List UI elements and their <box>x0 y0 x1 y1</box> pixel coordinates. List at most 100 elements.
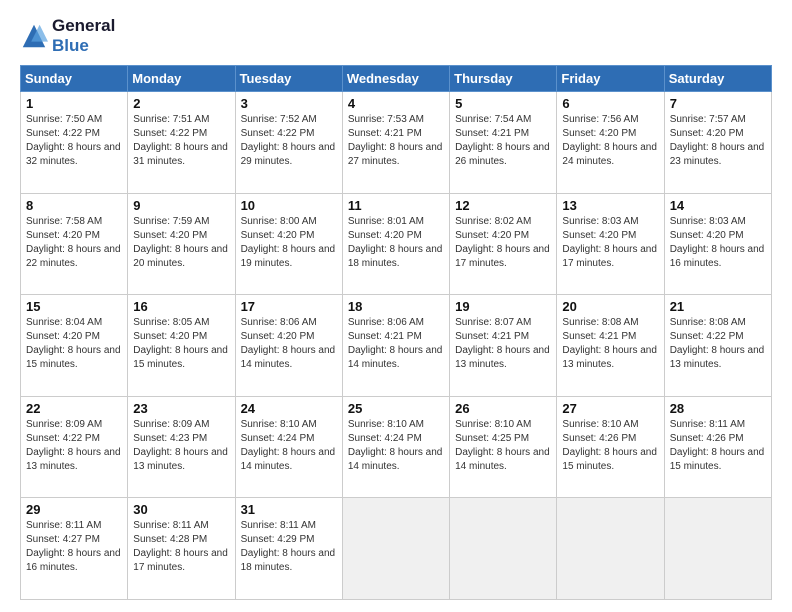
weekday-header: Sunday <box>21 66 128 92</box>
calendar-cell: 10 Sunrise: 8:00 AMSunset: 4:20 PMDayligh… <box>235 193 342 295</box>
calendar-header-row: SundayMondayTuesdayWednesdayThursdayFrid… <box>21 66 772 92</box>
calendar-cell: 6 Sunrise: 7:56 AMSunset: 4:20 PMDaylight… <box>557 92 664 194</box>
cell-info: Sunrise: 8:10 AMSunset: 4:24 PMDaylight:… <box>348 418 444 474</box>
day-number: 25 <box>348 401 444 416</box>
cell-info: Sunrise: 8:06 AMSunset: 4:20 PMDaylight:… <box>241 316 337 372</box>
calendar-cell: 5 Sunrise: 7:54 AMSunset: 4:21 PMDaylight… <box>450 92 557 194</box>
calendar-cell: 25 Sunrise: 8:10 AMSunset: 4:24 PMDayligh… <box>342 396 449 498</box>
cell-info: Sunrise: 8:08 AMSunset: 4:22 PMDaylight:… <box>670 316 766 372</box>
day-number: 6 <box>562 96 658 111</box>
cell-info: Sunrise: 8:07 AMSunset: 4:21 PMDaylight:… <box>455 316 551 372</box>
cell-info: Sunrise: 8:00 AMSunset: 4:20 PMDaylight:… <box>241 215 337 271</box>
calendar-cell: 22 Sunrise: 8:09 AMSunset: 4:22 PMDayligh… <box>21 396 128 498</box>
calendar-cell: 29 Sunrise: 8:11 AMSunset: 4:27 PMDayligh… <box>21 498 128 600</box>
cell-info: Sunrise: 7:59 AMSunset: 4:20 PMDaylight:… <box>133 215 229 271</box>
cell-info: Sunrise: 8:09 AMSunset: 4:23 PMDaylight:… <box>133 418 229 474</box>
calendar-cell: 31Sunrise: 8:11 AMSunset: 4:29 PMDayligh… <box>235 498 342 600</box>
calendar-cell: 1 Sunrise: 7:50 AMSunset: 4:22 PMDaylight… <box>21 92 128 194</box>
cell-info: Sunrise: 8:04 AMSunset: 4:20 PMDaylight:… <box>26 316 122 372</box>
day-number: 1 <box>26 96 122 111</box>
day-number: 8 <box>26 198 122 213</box>
day-number: 20 <box>562 299 658 314</box>
week-row: 15 Sunrise: 8:04 AMSunset: 4:20 PMDayligh… <box>21 295 772 397</box>
day-number: 28 <box>670 401 766 416</box>
calendar-cell: 24Sunrise: 8:10 AMSunset: 4:24 PMDayligh… <box>235 396 342 498</box>
calendar-cell: 2 Sunrise: 7:51 AMSunset: 4:22 PMDaylight… <box>128 92 235 194</box>
weekday-header: Thursday <box>450 66 557 92</box>
day-number: 17 <box>241 299 337 314</box>
calendar-cell: 14 Sunrise: 8:03 AMSunset: 4:20 PMDayligh… <box>664 193 771 295</box>
day-number: 18 <box>348 299 444 314</box>
cell-info: Sunrise: 7:57 AMSunset: 4:20 PMDaylight:… <box>670 113 766 169</box>
logo: General Blue <box>20 16 115 55</box>
day-number: 22 <box>26 401 122 416</box>
day-number: 4 <box>348 96 444 111</box>
day-number: 3 <box>241 96 337 111</box>
calendar-cell: 21 Sunrise: 8:08 AMSunset: 4:22 PMDayligh… <box>664 295 771 397</box>
calendar-cell: 26Sunrise: 8:10 AMSunset: 4:25 PMDayligh… <box>450 396 557 498</box>
day-number: 26 <box>455 401 551 416</box>
calendar-cell: 9Sunrise: 7:59 AMSunset: 4:20 PMDaylight… <box>128 193 235 295</box>
cell-info: Sunrise: 7:58 AMSunset: 4:20 PMDaylight:… <box>26 215 122 271</box>
calendar: SundayMondayTuesdayWednesdayThursdayFrid… <box>20 65 772 600</box>
day-number: 10 <box>241 198 337 213</box>
day-number: 5 <box>455 96 551 111</box>
calendar-cell: 13 Sunrise: 8:03 AMSunset: 4:20 PMDayligh… <box>557 193 664 295</box>
calendar-cell <box>557 498 664 600</box>
cell-info: Sunrise: 8:11 AMSunset: 4:27 PMDaylight:… <box>26 519 122 575</box>
cell-info: Sunrise: 7:56 AMSunset: 4:20 PMDaylight:… <box>562 113 658 169</box>
weekday-header: Friday <box>557 66 664 92</box>
calendar-cell: 7 Sunrise: 7:57 AMSunset: 4:20 PMDaylight… <box>664 92 771 194</box>
calendar-cell: 8 Sunrise: 7:58 AMSunset: 4:20 PMDaylight… <box>21 193 128 295</box>
cell-info: Sunrise: 8:11 AMSunset: 4:26 PMDaylight:… <box>670 418 766 474</box>
calendar-cell: 16 Sunrise: 8:05 AMSunset: 4:20 PMDayligh… <box>128 295 235 397</box>
calendar-cell <box>342 498 449 600</box>
day-number: 21 <box>670 299 766 314</box>
calendar-cell: 19Sunrise: 8:07 AMSunset: 4:21 PMDayligh… <box>450 295 557 397</box>
calendar-cell: 30Sunrise: 8:11 AMSunset: 4:28 PMDayligh… <box>128 498 235 600</box>
cell-info: Sunrise: 7:51 AMSunset: 4:22 PMDaylight:… <box>133 113 229 169</box>
day-number: 11 <box>348 198 444 213</box>
day-number: 16 <box>133 299 229 314</box>
day-number: 12 <box>455 198 551 213</box>
day-number: 29 <box>26 502 122 517</box>
week-row: 1 Sunrise: 7:50 AMSunset: 4:22 PMDaylight… <box>21 92 772 194</box>
logo-icon <box>20 22 48 50</box>
cell-info: Sunrise: 8:03 AMSunset: 4:20 PMDaylight:… <box>562 215 658 271</box>
header: General Blue <box>20 16 772 55</box>
day-number: 7 <box>670 96 766 111</box>
day-number: 13 <box>562 198 658 213</box>
day-number: 24 <box>241 401 337 416</box>
page: General Blue SundayMondayTuesdayWednesda… <box>0 0 792 612</box>
day-number: 27 <box>562 401 658 416</box>
week-row: 22 Sunrise: 8:09 AMSunset: 4:22 PMDayligh… <box>21 396 772 498</box>
calendar-cell: 23 Sunrise: 8:09 AMSunset: 4:23 PMDayligh… <box>128 396 235 498</box>
day-number: 31 <box>241 502 337 517</box>
day-number: 2 <box>133 96 229 111</box>
calendar-cell: 12 Sunrise: 8:02 AMSunset: 4:20 PMDayligh… <box>450 193 557 295</box>
cell-info: Sunrise: 8:01 AMSunset: 4:20 PMDaylight:… <box>348 215 444 271</box>
calendar-cell: 27 Sunrise: 8:10 AMSunset: 4:26 PMDayligh… <box>557 396 664 498</box>
cell-info: Sunrise: 8:03 AMSunset: 4:20 PMDaylight:… <box>670 215 766 271</box>
day-number: 30 <box>133 502 229 517</box>
calendar-cell <box>450 498 557 600</box>
cell-info: Sunrise: 8:10 AMSunset: 4:26 PMDaylight:… <box>562 418 658 474</box>
day-number: 23 <box>133 401 229 416</box>
calendar-cell: 17 Sunrise: 8:06 AMSunset: 4:20 PMDayligh… <box>235 295 342 397</box>
cell-info: Sunrise: 8:08 AMSunset: 4:21 PMDaylight:… <box>562 316 658 372</box>
cell-info: Sunrise: 8:06 AMSunset: 4:21 PMDaylight:… <box>348 316 444 372</box>
cell-info: Sunrise: 8:02 AMSunset: 4:20 PMDaylight:… <box>455 215 551 271</box>
day-number: 15 <box>26 299 122 314</box>
calendar-cell: 15 Sunrise: 8:04 AMSunset: 4:20 PMDayligh… <box>21 295 128 397</box>
day-number: 14 <box>670 198 766 213</box>
calendar-cell: 28 Sunrise: 8:11 AMSunset: 4:26 PMDayligh… <box>664 396 771 498</box>
cell-info: Sunrise: 8:05 AMSunset: 4:20 PMDaylight:… <box>133 316 229 372</box>
cell-info: Sunrise: 7:54 AMSunset: 4:21 PMDaylight:… <box>455 113 551 169</box>
calendar-cell <box>664 498 771 600</box>
cell-info: Sunrise: 8:09 AMSunset: 4:22 PMDaylight:… <box>26 418 122 474</box>
weekday-header: Tuesday <box>235 66 342 92</box>
week-row: 8 Sunrise: 7:58 AMSunset: 4:20 PMDaylight… <box>21 193 772 295</box>
cell-info: Sunrise: 7:50 AMSunset: 4:22 PMDaylight:… <box>26 113 122 169</box>
calendar-cell: 20 Sunrise: 8:08 AMSunset: 4:21 PMDayligh… <box>557 295 664 397</box>
week-row: 29 Sunrise: 8:11 AMSunset: 4:27 PMDayligh… <box>21 498 772 600</box>
